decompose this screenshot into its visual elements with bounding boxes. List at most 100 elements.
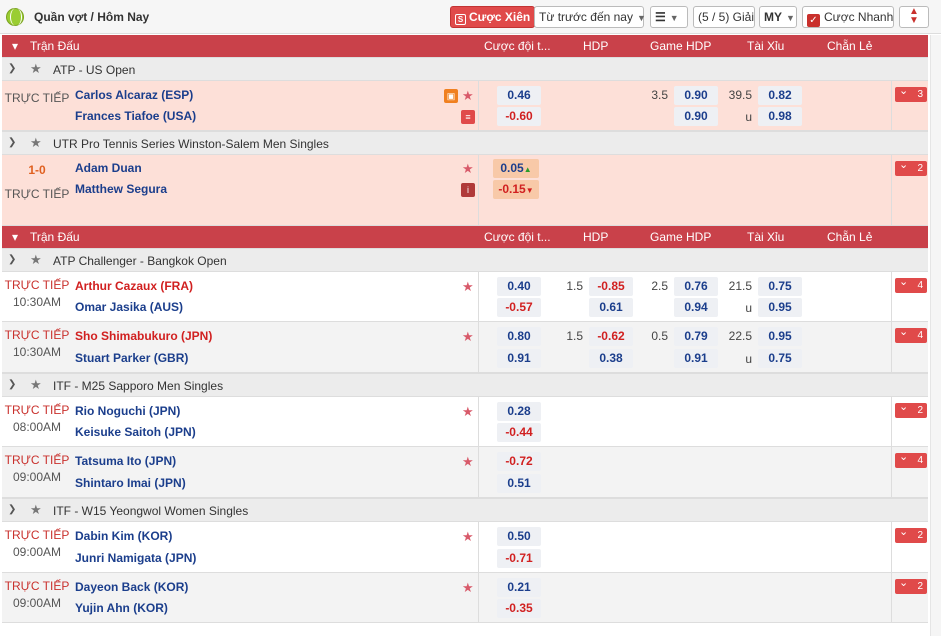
star-icon[interactable]: ★	[30, 377, 42, 393]
star-icon[interactable]: ★	[30, 135, 42, 151]
list-view-button[interactable]: ☰ ▼	[650, 6, 688, 28]
match-status: TRỰC TIẾP	[4, 278, 70, 292]
moneyline-away-odd[interactable]: -0.60	[497, 107, 541, 126]
match-row: TRỰC TIẾP 09:00AM Tatsuma Ito (JPN) Shin…	[2, 447, 928, 498]
more-markets-button[interactable]: 2	[895, 158, 927, 176]
over-odd[interactable]: 0.95	[758, 327, 802, 346]
column-divider	[891, 522, 892, 572]
game-hdp-line: 0.5	[651, 329, 668, 343]
collapse-icon[interactable]: ❯	[8, 137, 16, 148]
moneyline-away-odd[interactable]: -0.15	[498, 182, 525, 196]
sort-label: Từ trước đến nay	[539, 10, 633, 24]
vertical-scrollbar[interactable]	[930, 35, 941, 636]
moneyline-away-odd[interactable]: -0.44	[497, 423, 541, 442]
hdp-away-odd[interactable]: 0.38	[589, 349, 633, 368]
under-marker: u	[745, 301, 752, 315]
header-odd-even: Chẵn Lẻ	[827, 39, 873, 53]
star-icon[interactable]: ★	[30, 252, 42, 268]
more-markets-button[interactable]: 2	[895, 525, 927, 543]
game-hdp-away-odd[interactable]: 0.91	[674, 349, 718, 368]
stats-icon[interactable]: ≡	[461, 110, 475, 124]
under-marker: u	[745, 110, 752, 124]
game-hdp-home-odd[interactable]: 0.79	[674, 327, 718, 346]
quick-bet-toggle[interactable]: ✓ Cược Nhanh	[802, 6, 894, 28]
match-time: 09:00AM	[12, 596, 62, 610]
away-team: Keisuke Saitoh (JPN)	[75, 425, 196, 439]
collapse-icon[interactable]: ❯	[8, 254, 16, 265]
column-divider	[891, 397, 892, 446]
more-markets-button[interactable]: 3	[895, 84, 927, 102]
match-score: 1-0	[28, 163, 46, 177]
match-status: TRỰC TIẾP	[4, 403, 70, 417]
moneyline-away-odd[interactable]: -0.35	[497, 599, 541, 618]
game-hdp-away-odd[interactable]: 0.94	[674, 298, 718, 317]
home-team: Dayeon Back (KOR)	[75, 580, 189, 594]
moneyline-away-odd[interactable]: 0.91	[497, 349, 541, 368]
moneyline-home-odd[interactable]: 0.80	[497, 327, 541, 346]
under-odd[interactable]: 0.95	[758, 298, 802, 317]
column-divider	[891, 447, 892, 497]
favorite-star-icon[interactable]: ★	[462, 580, 474, 596]
league-row[interactable]: ❯ ★ ITF - M25 Sapporo Men Singles	[2, 373, 928, 397]
hdp-home-odd[interactable]: -0.85	[589, 277, 633, 296]
moneyline-home-odd[interactable]: 0.40	[497, 277, 541, 296]
column-divider	[891, 272, 892, 321]
sort-dropdown[interactable]: Từ trước đến nay ▼	[534, 6, 646, 28]
star-icon[interactable]: ★	[30, 502, 42, 518]
moneyline-home-odd[interactable]: -0.72	[497, 452, 541, 471]
moneyline-away-odd[interactable]: -0.71	[497, 549, 541, 568]
more-markets-button[interactable]: 4	[895, 450, 927, 468]
league-count-button[interactable]: (5 / 5) Giải	[693, 6, 755, 28]
under-odd[interactable]: 0.75	[758, 349, 802, 368]
league-row[interactable]: ❯ ★ ITF - W15 Yeongwol Women Singles	[2, 498, 928, 522]
moneyline-home-odd[interactable]: 0.46	[497, 86, 541, 105]
hdp-home-odd[interactable]: -0.62	[589, 327, 633, 346]
parlay-button[interactable]: S Cược Xiên	[450, 6, 536, 28]
more-markets-button[interactable]: 2	[895, 400, 927, 418]
league-row[interactable]: ❯ ★ ATP Challenger - Bangkok Open	[2, 248, 928, 272]
column-divider	[478, 155, 479, 225]
favorite-star-icon[interactable]: ★	[462, 279, 474, 295]
over-odd[interactable]: 0.75	[758, 277, 802, 296]
under-odd[interactable]: 0.98	[758, 107, 802, 126]
favorite-star-icon[interactable]: ★	[462, 404, 474, 420]
column-divider	[891, 155, 892, 225]
game-hdp-home-odd[interactable]: 0.76	[674, 277, 718, 296]
moneyline-home-odd[interactable]: 0.05	[500, 161, 523, 175]
collapse-icon[interactable]: ❯	[8, 504, 16, 515]
more-markets-button[interactable]: 4	[895, 275, 927, 293]
hdp-line: 1.5	[566, 279, 583, 293]
header-hdp: HDP	[583, 39, 609, 53]
favorite-star-icon[interactable]: ★	[462, 161, 474, 177]
collapse-icon[interactable]: ❯	[8, 379, 16, 390]
header-odd-even: Chẵn Lẻ	[827, 230, 873, 244]
moneyline-home-odd[interactable]: 0.50	[497, 527, 541, 546]
favorite-star-icon[interactable]: ★	[462, 454, 474, 470]
over-odd[interactable]: 0.82	[758, 86, 802, 105]
live-stream-icon[interactable]: ▣	[444, 89, 458, 103]
odds-format-dropdown[interactable]: MY ▼	[759, 6, 797, 28]
toggle-icon[interactable]: ▾	[12, 39, 18, 53]
game-hdp-home-odd[interactable]: 0.90	[674, 86, 718, 105]
favorite-star-icon[interactable]: ★	[462, 329, 474, 345]
info-icon[interactable]: i	[461, 183, 475, 197]
more-markets-button[interactable]: 2	[895, 576, 927, 594]
sort-arrows-icon: ▲ ▼	[909, 6, 919, 26]
sort-arrows-button[interactable]: ▲ ▼	[899, 6, 929, 28]
over-under-line: 39.5	[728, 88, 752, 102]
moneyline-away-odd[interactable]: 0.51	[497, 474, 541, 493]
league-row[interactable]: ❯ ★ ATP - US Open	[2, 57, 928, 81]
hdp-away-odd[interactable]: 0.61	[589, 298, 633, 317]
moneyline-home-odd[interactable]: 0.21	[497, 578, 541, 597]
game-hdp-away-odd[interactable]: 0.90	[674, 107, 718, 126]
collapse-icon[interactable]: ❯	[8, 63, 16, 74]
more-markets-button[interactable]: 4	[895, 325, 927, 343]
favorite-star-icon[interactable]: ★	[462, 88, 474, 104]
favorite-star-icon[interactable]: ★	[462, 529, 474, 545]
moneyline-away-odd[interactable]: -0.57	[497, 298, 541, 317]
star-icon[interactable]: ★	[30, 61, 42, 77]
league-row[interactable]: ❯ ★ UTR Pro Tennis Series Winston-Salem …	[2, 131, 928, 155]
toggle-icon[interactable]: ▾	[12, 230, 18, 244]
moneyline-home-odd[interactable]: 0.28	[497, 402, 541, 421]
home-team: Tatsuma Ito (JPN)	[75, 454, 177, 468]
